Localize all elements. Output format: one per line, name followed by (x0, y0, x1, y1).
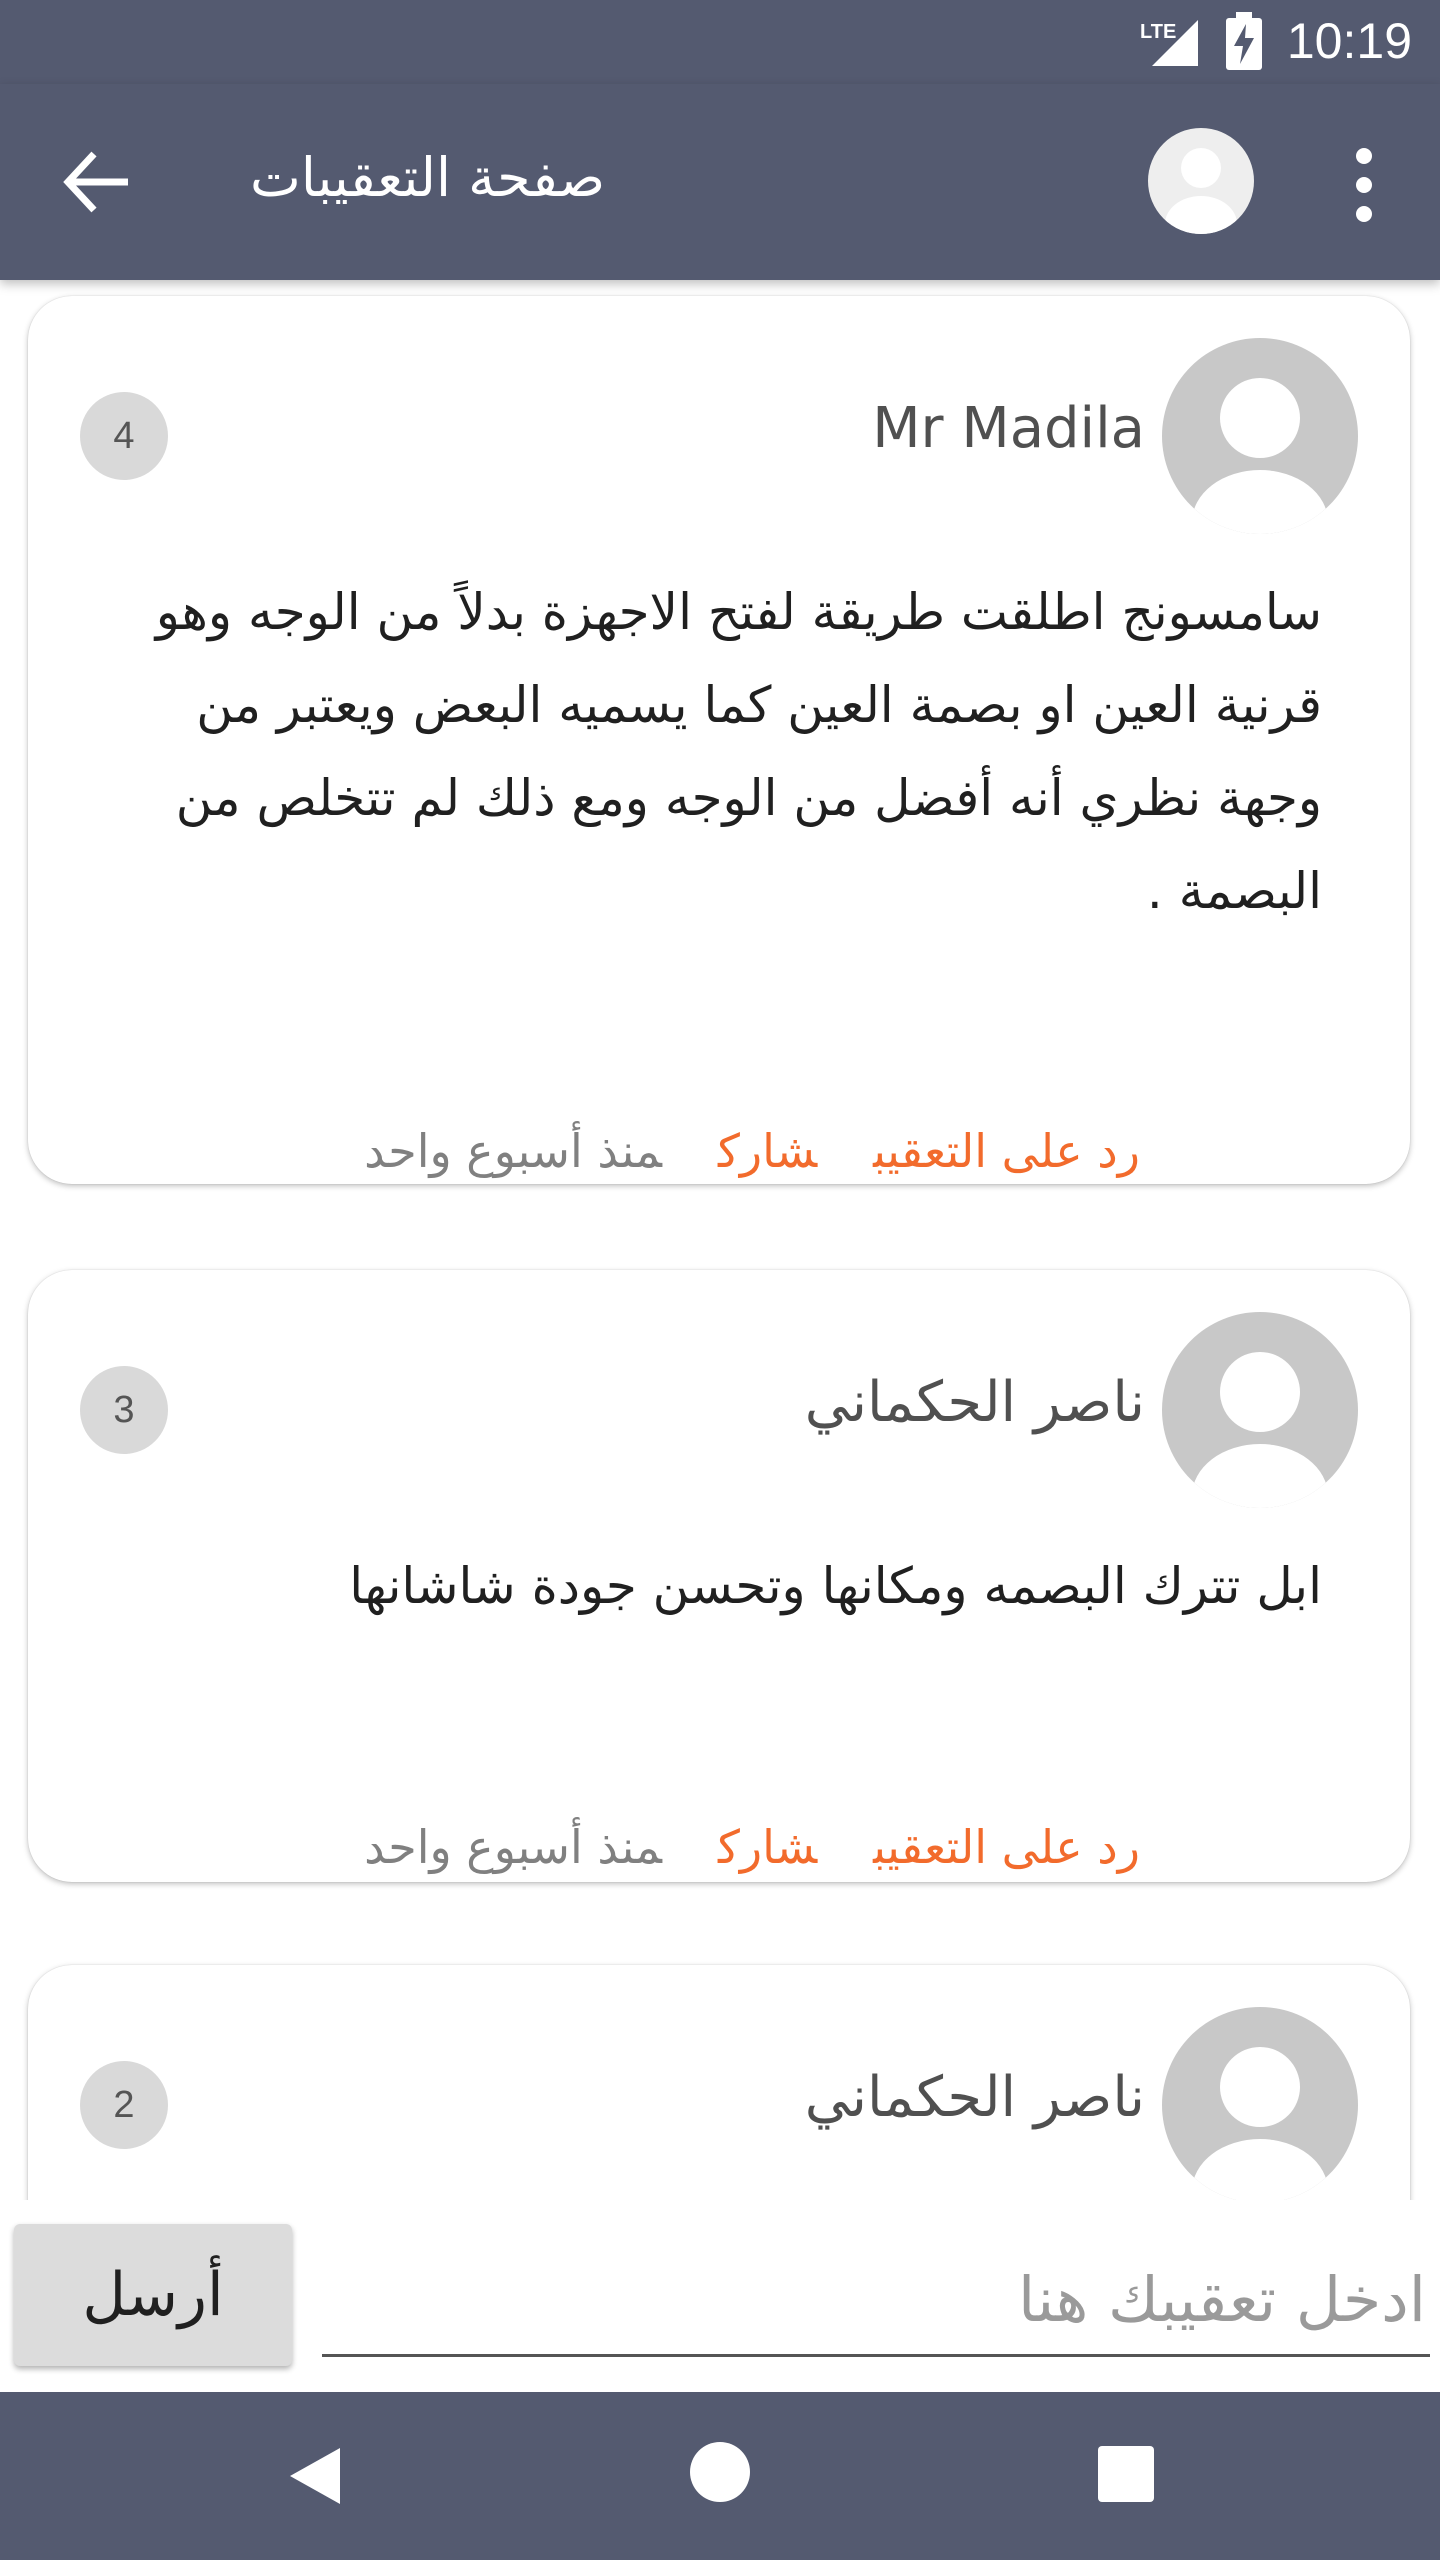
comment-actions: رد على التعقيب شارك منذ أسبوع واحد (308, 1124, 1140, 1178)
share-link[interactable]: شارك (718, 1124, 817, 1178)
commenter-avatar (1162, 2007, 1358, 2200)
commenter-name: ناصر الحكماني (804, 1370, 1145, 1435)
network-label: LTE (1140, 21, 1176, 43)
comment-time: منذ أسبوع واحد (364, 1124, 662, 1178)
comment-card: Mr Madila 4 سامسونج اطلقت طريقة لفتح الا… (28, 296, 1410, 1184)
battery-charging-icon (1226, 12, 1262, 70)
comment-input[interactable] (322, 2244, 1430, 2357)
commenter-name: ناصر الحكماني (804, 2065, 1145, 2130)
comment-card: ناصر الحكماني 3 ابل تترك البصمه ومكانها … (28, 1270, 1410, 1882)
system-nav-bar (0, 2392, 1440, 2560)
avatar-icon (1192, 1352, 1328, 1508)
comment-input-bar: أرسل (0, 2200, 1440, 2392)
comment-text: سامسونج اطلقت طريقة لفتح الاجهزة بدلاً م… (155, 583, 1322, 920)
commenter-avatar (1162, 1312, 1358, 1508)
more-vert-icon[interactable] (1334, 140, 1394, 230)
status-time: 10:19 (1286, 13, 1412, 69)
nav-back-icon[interactable] (284, 2444, 348, 2508)
nav-home-icon[interactable] (690, 2442, 750, 2502)
status-bar: LTE 10:19 (0, 0, 1440, 84)
send-button[interactable]: أرسل (14, 2224, 292, 2366)
page-title: صفحة التعقيبات (250, 146, 606, 209)
avatar-icon (1192, 378, 1328, 534)
comment-number-badge: 4 (80, 392, 168, 480)
comment-time: منذ أسبوع واحد (364, 1820, 662, 1874)
reply-link[interactable]: رد على التعقيب (873, 1820, 1140, 1874)
nav-recents-icon[interactable] (1098, 2446, 1154, 2502)
reply-link[interactable]: رد على التعقيب (873, 1124, 1140, 1178)
comment-number-badge: 2 (80, 2061, 168, 2149)
back-arrow-icon[interactable] (58, 142, 138, 222)
comment-number-badge: 3 (80, 1366, 168, 1454)
app-bar: صفحة التعقيبات (0, 84, 1440, 280)
comment-card: ناصر الحكماني 2 (28, 1965, 1410, 2200)
avatar-icon (1192, 2047, 1328, 2200)
share-link[interactable]: شارك (718, 1820, 817, 1874)
comment-text: ابل تترك البصمه ومكانها وتحسن جودة شاشان… (349, 1557, 1322, 1615)
lte-signal-icon: LTE (1140, 20, 1198, 66)
commenter-name: Mr Madila (872, 396, 1145, 461)
commenter-avatar (1162, 338, 1358, 534)
avatar-icon (1165, 148, 1237, 234)
comments-list[interactable]: Mr Madila 4 سامسونج اطلقت طريقة لفتح الا… (0, 280, 1440, 2200)
comment-actions: رد على التعقيب شارك منذ أسبوع واحد (308, 1820, 1140, 1874)
profile-avatar-button[interactable] (1148, 128, 1254, 234)
